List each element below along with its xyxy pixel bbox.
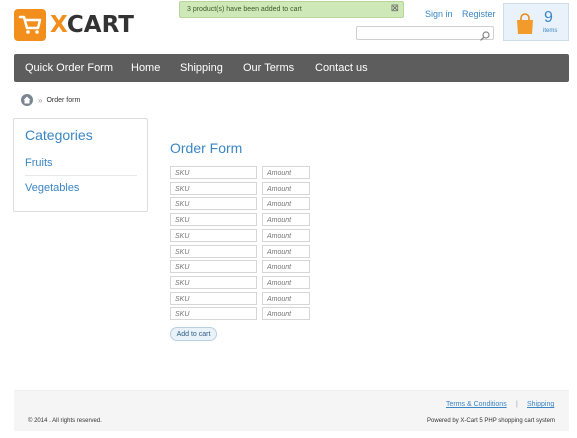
cart-logo-icon	[14, 9, 46, 41]
search-icon[interactable]	[480, 28, 490, 46]
amount-input[interactable]	[262, 181, 310, 195]
amount-input[interactable]	[262, 166, 310, 179]
powered-by: Powered by X-Cart 5 PHP shopping cart sy…	[427, 418, 555, 424]
sku-input[interactable]	[170, 228, 257, 242]
categories-panel: Categories Fruits Vegetables	[13, 118, 148, 212]
categories-title: Categories	[25, 127, 93, 143]
sku-input[interactable]	[170, 181, 257, 195]
account-links: Sign in Register	[425, 9, 496, 19]
copyright: © 2014 . All rights reserved.	[28, 418, 102, 424]
sku-input[interactable]	[170, 166, 257, 179]
search-input[interactable]	[357, 31, 475, 44]
cart-count: 9	[544, 9, 553, 26]
footer-separator: |	[516, 401, 518, 408]
sku-input[interactable]	[170, 260, 257, 274]
nav-item-contact-us[interactable]: Contact us	[315, 62, 368, 74]
search-box	[356, 26, 494, 44]
amount-input[interactable]	[262, 213, 310, 227]
footer-link-terms[interactable]: Terms & Conditions	[446, 401, 507, 408]
main-nav: Quick Order Form Home Shipping Our Terms…	[14, 54, 569, 82]
nav-item-shipping[interactable]: Shipping	[180, 62, 223, 74]
cart-added-notice: 3 product(s) have been added to cart ⊠	[179, 1, 404, 18]
sku-input[interactable]	[170, 307, 257, 321]
nav-item-home[interactable]: Home	[131, 62, 160, 74]
amount-input[interactable]	[262, 291, 310, 305]
nav-item-our-terms[interactable]: Our Terms	[243, 62, 294, 74]
breadcrumb-separator: »	[38, 95, 43, 105]
nav-item-quick-order-form[interactable]: Quick Order Form	[25, 62, 113, 74]
footer: Terms & Conditions | Shipping © 2014 . A…	[14, 390, 569, 431]
amount-input[interactable]	[262, 197, 310, 211]
sku-input[interactable]	[170, 291, 257, 305]
amount-input[interactable]	[262, 275, 310, 289]
logo-text: XCART	[50, 12, 134, 38]
cart-items-label: items	[543, 28, 558, 34]
mini-cart[interactable]: 9 items	[503, 3, 569, 41]
shopping-bag-icon	[515, 13, 535, 40]
category-item-fruits[interactable]: Fruits	[25, 157, 53, 169]
close-icon[interactable]: ⊠	[391, 3, 399, 14]
sku-input[interactable]	[170, 275, 257, 289]
amount-input[interactable]	[262, 228, 310, 242]
order-form-title: Order Form	[170, 140, 243, 156]
breadcrumb-current: Order form	[46, 96, 81, 104]
amount-input[interactable]	[262, 244, 310, 258]
amount-input[interactable]	[262, 260, 310, 274]
home-icon[interactable]	[21, 94, 33, 106]
category-item-vegetables[interactable]: Vegetables	[25, 182, 79, 194]
register-link[interactable]: Register	[462, 9, 496, 19]
sign-in-link[interactable]: Sign in	[425, 9, 453, 19]
breadcrumb: » Order form	[21, 94, 80, 106]
notice-text: 3 product(s) have been added to cart	[187, 6, 302, 13]
add-to-cart-button[interactable]: Add to cart	[170, 327, 217, 341]
sku-input[interactable]	[170, 213, 257, 227]
sku-input[interactable]	[170, 197, 257, 211]
category-divider	[25, 175, 137, 176]
logo[interactable]: XCART	[14, 9, 134, 41]
footer-link-shipping[interactable]: Shipping	[527, 401, 554, 408]
amount-input[interactable]	[262, 307, 310, 321]
sku-input[interactable]	[170, 244, 257, 258]
